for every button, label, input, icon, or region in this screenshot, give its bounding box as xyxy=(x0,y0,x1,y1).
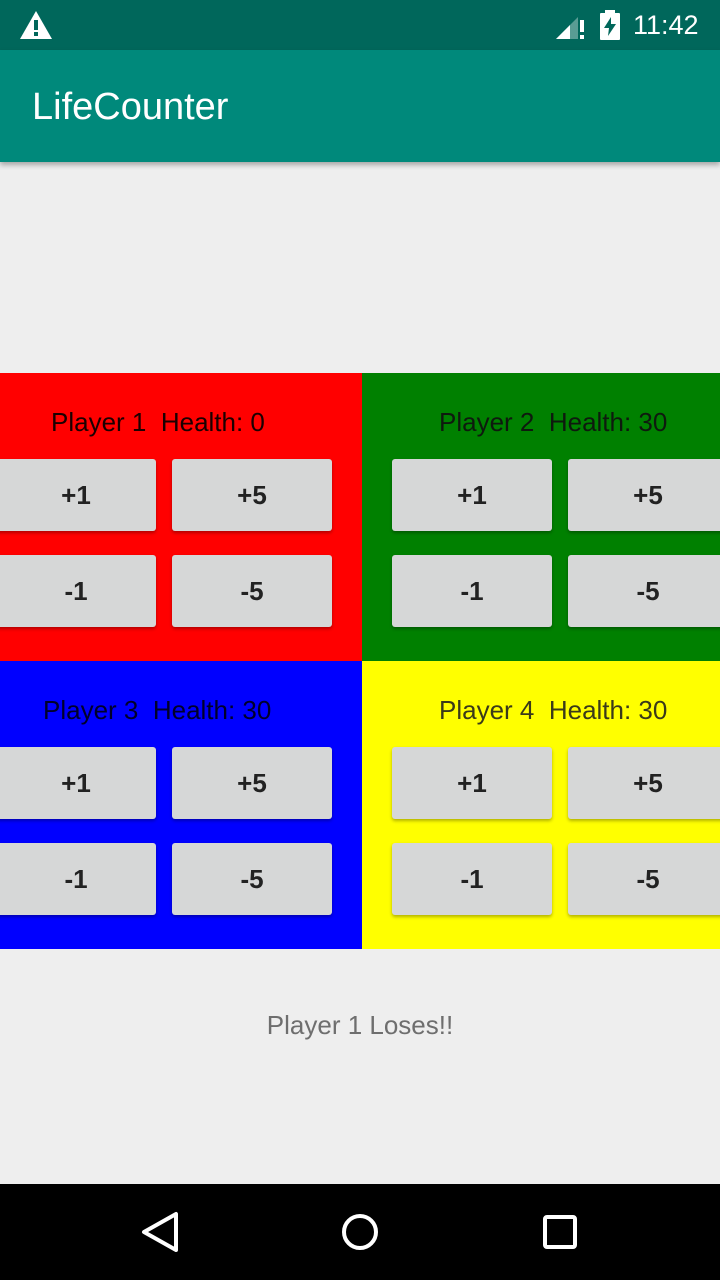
signal-icon xyxy=(556,17,584,39)
player-1-panel: Player 1 Health: 0 +1 +5 -1 -5 xyxy=(0,373,362,661)
recents-icon[interactable] xyxy=(530,1202,590,1262)
player-1-plus-1-button[interactable]: +1 xyxy=(0,459,156,531)
player-2-plus-5-button[interactable]: +5 xyxy=(568,459,720,531)
player-2-plus-1-button[interactable]: +1 xyxy=(392,459,552,531)
player-4-panel: Player 4 Health: 30 +1 +5 -1 -5 xyxy=(362,661,720,949)
player-1-health-label: Player 1 Health: 0 xyxy=(51,407,265,437)
player-2-minus-1-button[interactable]: -1 xyxy=(392,555,552,627)
app-bar: LifeCounter xyxy=(0,50,720,162)
battery-charging-icon xyxy=(600,10,620,40)
status-bar: 11:42 xyxy=(0,0,720,50)
player-1-minus-5-button[interactable]: -5 xyxy=(172,555,332,627)
player-4-minus-1-button[interactable]: -1 xyxy=(392,843,552,915)
home-icon[interactable] xyxy=(330,1202,390,1262)
player-3-plus-1-button[interactable]: +1 xyxy=(0,747,156,819)
player-3-health-label: Player 3 Health: 30 xyxy=(43,695,272,725)
status-time: 11:42 xyxy=(633,10,699,40)
player-3-minus-5-button[interactable]: -5 xyxy=(172,843,332,915)
player-2-panel: Player 2 Health: 30 +1 +5 -1 -5 xyxy=(362,373,720,661)
navigation-bar xyxy=(0,1184,720,1280)
player-4-minus-5-button[interactable]: -5 xyxy=(568,843,720,915)
player-3-panel: Player 3 Health: 30 +1 +5 -1 -5 xyxy=(0,661,362,949)
back-icon[interactable] xyxy=(130,1202,190,1262)
player-3-plus-5-button[interactable]: +5 xyxy=(172,747,332,819)
player-4-health-label: Player 4 Health: 30 xyxy=(439,695,668,725)
player-2-health-label: Player 2 Health: 30 xyxy=(439,407,668,437)
player-2-minus-5-button[interactable]: -5 xyxy=(568,555,720,627)
player-3-minus-1-button[interactable]: -1 xyxy=(0,843,156,915)
player-4-plus-1-button[interactable]: +1 xyxy=(392,747,552,819)
app-title: LifeCounter xyxy=(32,86,229,128)
warning-icon xyxy=(20,11,52,39)
game-status-message: Player 1 Loses!! xyxy=(266,1010,454,1040)
player-1-minus-1-button[interactable]: -1 xyxy=(0,555,156,627)
player-4-plus-5-button[interactable]: +5 xyxy=(568,747,720,819)
player-1-plus-5-button[interactable]: +5 xyxy=(172,459,332,531)
player-grid: Player 1 Health: 0 +1 +5 -1 -5 Player 2 … xyxy=(0,373,720,949)
